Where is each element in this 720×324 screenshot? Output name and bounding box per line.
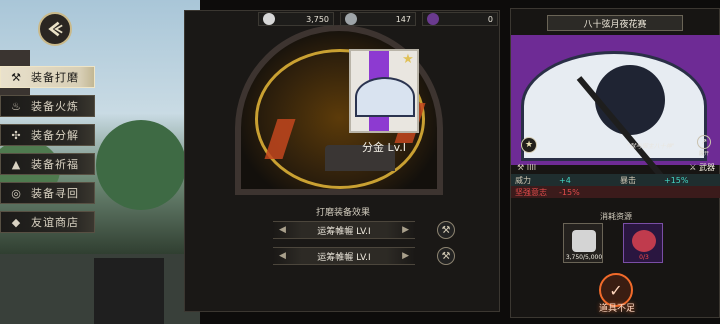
consume-amount: 0/3 <box>639 254 649 261</box>
consume-slot-coin[interactable]: 3,750/5,000 <box>563 223 603 263</box>
menu-item-label: 友谊商店 <box>31 216 79 229</box>
stats-table: 威力 +4 暴击 +15% 坚强意志 -15% <box>511 174 720 198</box>
swirl-icon: ✣ <box>11 128 21 142</box>
menu-item-label: 装备分解 <box>31 129 79 142</box>
resource-value: 0 <box>487 14 493 24</box>
equipment-quote: "献与御主八十神" <box>627 143 675 150</box>
resource-gem: 0 <box>422 12 498 26</box>
equipment-card[interactable]: ★ <box>349 49 419 133</box>
menu-item-label: 装备火炼 <box>31 100 79 113</box>
confirm-polish-button[interactable]: ✓ 道具不足 <box>587 273 647 314</box>
equipment-detail-panel: 八十弦月夜花赛 "献与御主八十神" ★ ↗ 展开 ⚒ IIII ⚔ 武器 威力 … <box>510 8 720 318</box>
stat-row: 威力 +4 暴击 +15% <box>511 174 720 186</box>
recall-icon: ◎ <box>11 186 21 200</box>
weapon-type-label: 武器 <box>699 162 715 172</box>
flame-icon: ♨ <box>11 99 21 113</box>
menu-item-shop[interactable]: ◆ 友谊商店 <box>0 211 95 233</box>
hammer-icon: ⚒ <box>441 224 451 236</box>
tier-bars: IIII <box>526 162 537 172</box>
equipment-info-bar: ⚒ IIII ⚔ 武器 <box>511 161 720 173</box>
stat-row: 坚强意志 -15% <box>511 186 720 198</box>
fox-icon: ◆ <box>11 215 21 229</box>
skull-coin-icon <box>263 13 275 25</box>
arrow-right-icon: ▶ <box>402 251 409 261</box>
resource-value: 3,750 <box>306 14 329 24</box>
expand-label: 展开 <box>698 151 709 157</box>
forge-scene: ★ 分金 Lv.I <box>225 19 453 197</box>
confirm-label: 道具不足 <box>598 304 635 314</box>
menu-item-label: 装备寻回 <box>31 187 79 200</box>
purple-gem-icon <box>632 230 656 252</box>
arrow-left-icon: ◀ <box>279 251 286 261</box>
effect-label: 运筹帷幄 LV.I <box>317 226 371 237</box>
sidebar-menu: ⚒ 装备打磨 ♨ 装备火炼 ✣ 装备分解 ▲ 装备祈福 ◎ 装备寻回 ◆ 友谊商… <box>0 66 95 240</box>
stat-value: +15% <box>664 175 689 185</box>
menu-item-polish[interactable]: ⚒ 装备打磨 <box>0 66 95 88</box>
equipment-name: 分金 Lv.I <box>361 141 407 154</box>
polish-hammer-button[interactable]: ⚒ <box>437 221 455 239</box>
arrow-right-icon: ▶ <box>402 225 409 235</box>
star-icon: ★ <box>524 140 534 150</box>
hammer-icon: ⚒ <box>11 70 21 84</box>
stat-cell: 暴击 +15% <box>616 175 720 186</box>
tier-indicator: ⚒ IIII <box>517 162 537 172</box>
menu-item-recall[interactable]: ◎ 装备寻回 <box>0 182 95 204</box>
back-chevron-icon <box>48 21 63 37</box>
expand-icon: ↗ <box>697 135 711 149</box>
consume-amount: 3,750/5,000 <box>565 254 603 261</box>
back-button[interactable] <box>38 12 72 46</box>
resource-bar: 3,750 147 0 <box>258 10 503 28</box>
resource-ore: 147 <box>340 12 416 26</box>
consume-slot-gem[interactable]: 0/3 <box>623 223 663 263</box>
polish-hammer-button[interactable]: ⚒ <box>437 247 455 265</box>
star-icon: ★ <box>402 52 414 67</box>
weapon-type: ⚔ 武器 <box>689 162 715 172</box>
menu-item-refine[interactable]: ♨ 装备火炼 <box>0 95 95 117</box>
stat-label: 坚强意志 <box>515 187 547 197</box>
wave-curl <box>595 65 665 135</box>
stat-value: -15% <box>559 187 580 197</box>
forge-panel: ★ 分金 Lv.I 打磨装备效果 ◀ 运筹帷幄 LV.I ▶ ⚒ ◀ 运筹帷幄 … <box>184 10 500 312</box>
stat-label: 暴击 <box>620 175 636 185</box>
wave-art <box>355 77 415 117</box>
purple-gem-icon <box>427 13 439 25</box>
blessing-icon: ▲ <box>11 157 21 171</box>
resource-skull-coin: 3,750 <box>258 12 334 26</box>
effect-row[interactable]: ◀ 运筹帷幄 LV.I ▶ <box>273 221 415 239</box>
stat-cell: 威力 +4 <box>511 175 616 186</box>
menu-item-dismantle[interactable]: ✣ 装备分解 <box>0 124 95 146</box>
consume-title: 消耗资源 <box>600 212 632 221</box>
stat-label: 威力 <box>515 175 531 185</box>
menu-item-label: 装备祈福 <box>31 158 79 171</box>
expand-button[interactable]: ↗ 展开 <box>695 135 713 157</box>
effects-title: 打磨装备效果 <box>315 208 370 218</box>
effect-label: 运筹帷幄 LV.I <box>317 252 371 263</box>
skull-coin-pile-icon <box>572 230 596 252</box>
effect-row[interactable]: ◀ 运筹帷幄 LV.I ▶ <box>273 247 415 265</box>
ore-icon <box>345 13 357 25</box>
stat-value: +4 <box>559 175 571 185</box>
menu-item-label: 装备打磨 <box>31 71 79 84</box>
favorite-star-button[interactable]: ★ <box>521 137 537 153</box>
arrow-left-icon: ◀ <box>279 225 286 235</box>
equipment-art <box>511 35 720 180</box>
tree <box>96 120 186 210</box>
resource-value: 147 <box>395 14 411 24</box>
equipment-title: 八十弦月夜花赛 <box>547 15 683 31</box>
crate <box>94 258 164 324</box>
stat-cell: 坚强意志 -15% <box>511 187 616 198</box>
hammer-icon: ⚒ <box>441 250 451 262</box>
menu-item-bless[interactable]: ▲ 装备祈福 <box>0 153 95 175</box>
